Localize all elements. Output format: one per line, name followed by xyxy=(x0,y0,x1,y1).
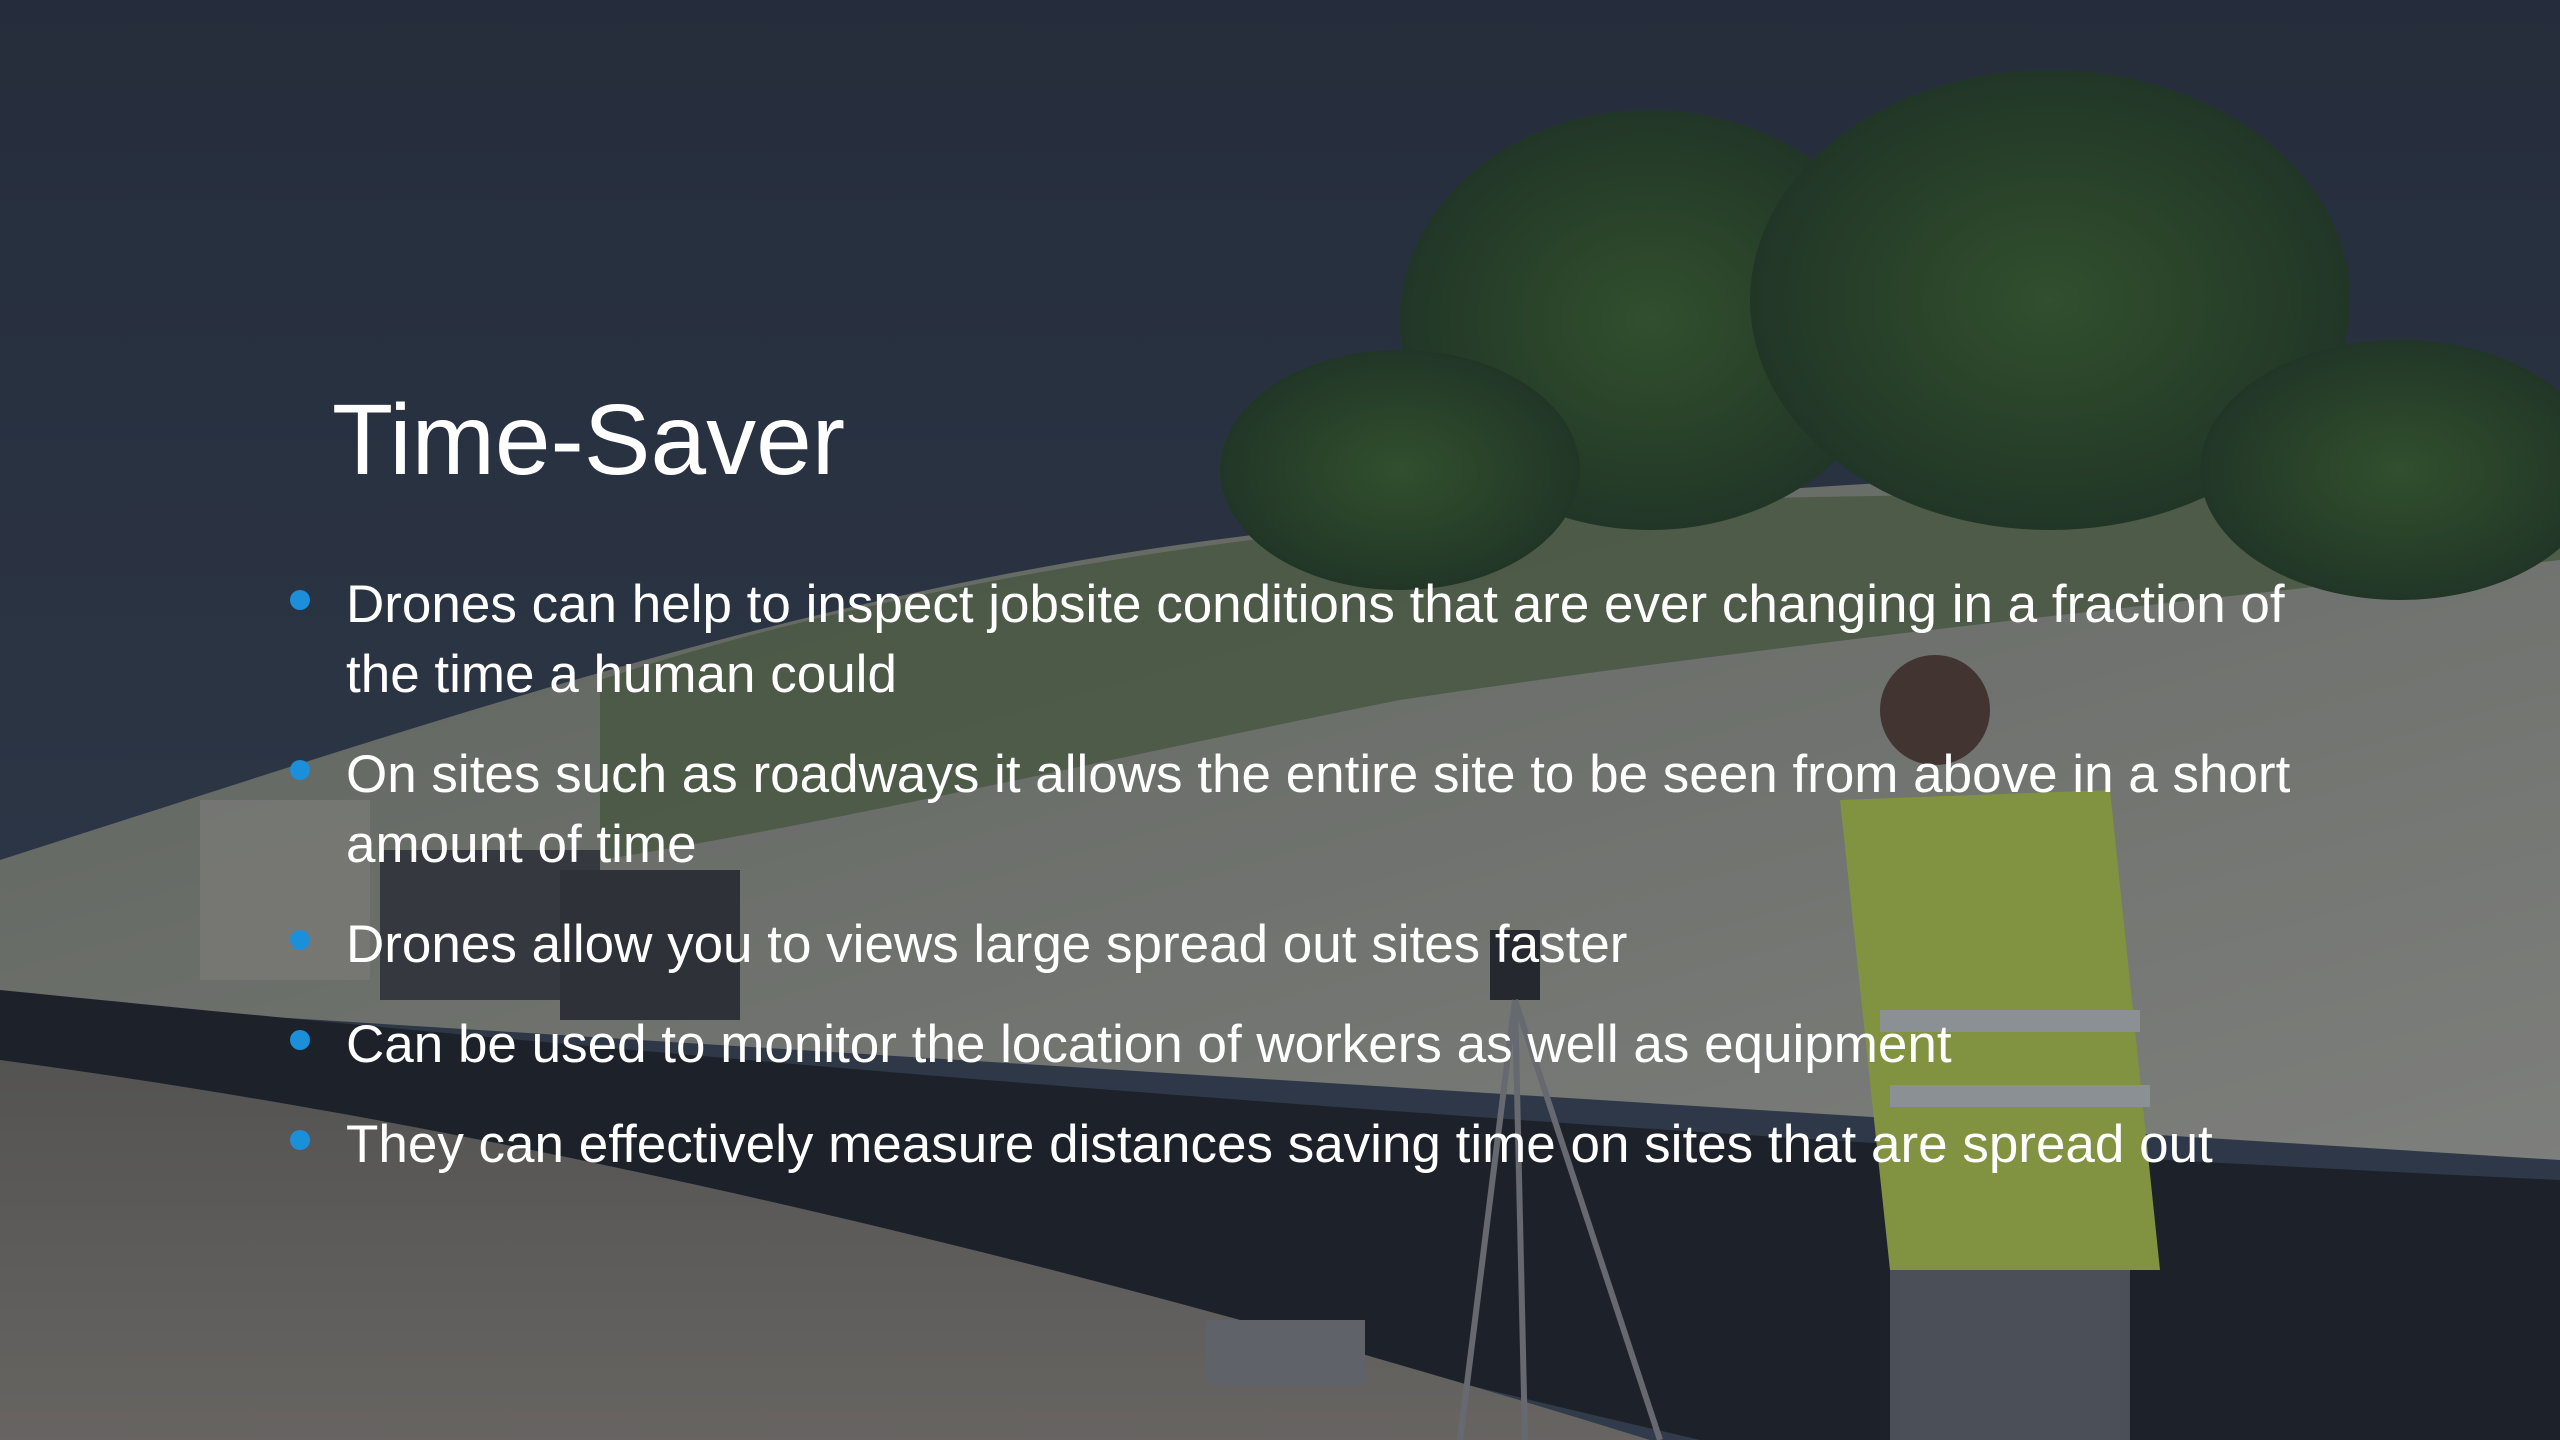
bullet-dot-icon xyxy=(290,590,310,610)
bullet-dot-icon xyxy=(290,760,310,780)
bullet-list: Drones can help to inspect jobsite condi… xyxy=(288,570,2368,1210)
bullet-item: Drones allow you to views large spread o… xyxy=(288,910,2368,980)
bullet-text: Drones allow you to views large spread o… xyxy=(346,915,1628,974)
bullet-dot-icon xyxy=(290,930,310,950)
bullet-dot-icon xyxy=(290,1030,310,1050)
bullet-item: Can be used to monitor the location of w… xyxy=(288,1010,2368,1080)
bullet-dot-icon xyxy=(290,1130,310,1150)
bullet-item: On sites such as roadways it allows the … xyxy=(288,740,2368,880)
bullet-text: Drones can help to inspect jobsite condi… xyxy=(346,575,2285,704)
bullet-item: They can effectively measure distances s… xyxy=(288,1110,2368,1180)
bullet-text: Can be used to monitor the location of w… xyxy=(346,1015,1952,1074)
bullet-item: Drones can help to inspect jobsite condi… xyxy=(288,570,2368,710)
bullet-text: They can effectively measure distances s… xyxy=(346,1115,2213,1174)
slide-title: Time-Saver xyxy=(332,384,846,496)
bullet-text: On sites such as roadways it allows the … xyxy=(346,745,2291,874)
slide: Time-Saver Drones can help to inspect jo… xyxy=(0,0,2560,1440)
